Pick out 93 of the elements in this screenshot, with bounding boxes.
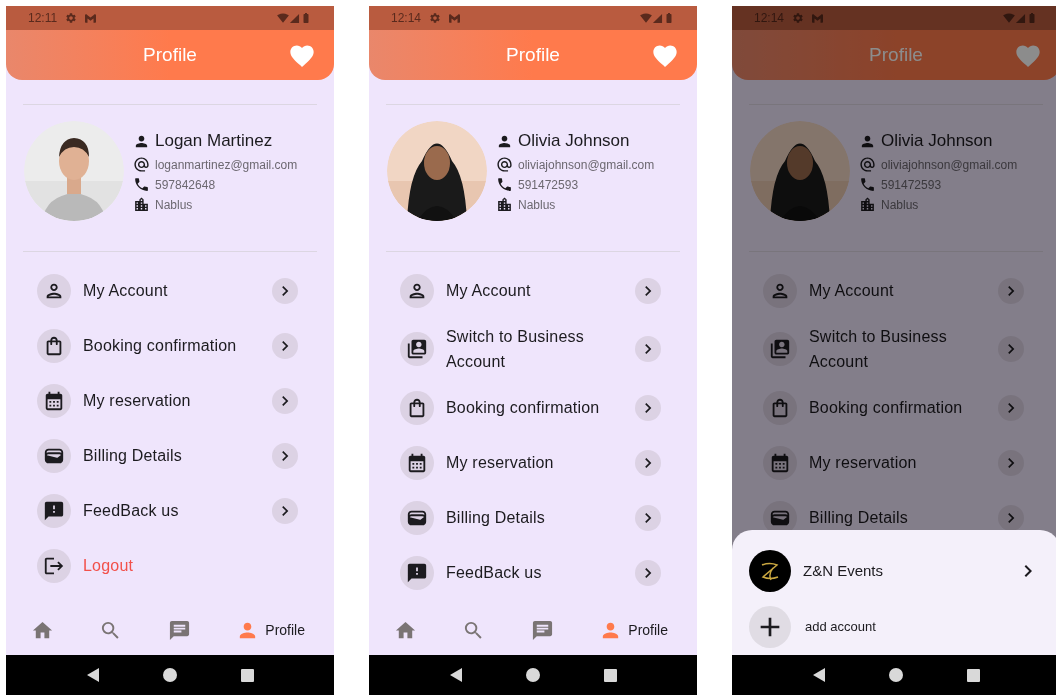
mail-icon: [449, 12, 461, 24]
settings-icon: [429, 12, 442, 24]
user-name: Olivia Johnson: [518, 130, 630, 153]
menu-label: Billing Details: [809, 508, 910, 528]
account-row[interactable]: Z&N Events: [749, 550, 1043, 592]
phone-icon: [859, 176, 876, 194]
contact-card-icon: [406, 338, 428, 360]
mail-icon: [812, 12, 824, 24]
home-button-icon[interactable]: [888, 668, 903, 682]
user-email: oliviajohnson@gmail.com: [881, 156, 1018, 174]
calendar-icon: [406, 451, 428, 474]
user-city: Nablus: [518, 196, 556, 214]
menu-item[interactable]: My Account: [6, 263, 334, 318]
status-time: 12:14: [391, 10, 422, 27]
menu-item[interactable]: FeedBack us: [369, 545, 697, 600]
signal-icon: [1015, 12, 1026, 24]
user-city: Nablus: [881, 196, 919, 214]
user-email: loganmartinez@gmail.com: [155, 156, 298, 174]
menu-label: FeedBack us: [446, 563, 543, 583]
chat-icon: [167, 618, 191, 642]
menu-item[interactable]: FeedBack us: [6, 483, 334, 538]
settings-icon: [792, 12, 805, 24]
user-email: oliviajohnson@gmail.com: [518, 156, 655, 174]
wifi-icon: [1003, 12, 1015, 24]
menu-item[interactable]: Switch to Business Account: [732, 318, 1056, 380]
at-icon: [133, 156, 150, 174]
menu-label: Switch to Business Account: [809, 327, 948, 372]
city-icon: [859, 196, 876, 214]
menu-label: Booking confirmation: [83, 336, 238, 356]
phone-icon: [133, 176, 150, 194]
menu-label: Logout: [83, 556, 135, 576]
menu-item[interactable]: Booking confirmation: [369, 380, 697, 435]
menu-label: Billing Details: [446, 508, 547, 528]
nav-tab[interactable]: Profile: [598, 618, 669, 642]
feedback-icon: [406, 561, 428, 584]
back-icon[interactable]: [86, 668, 99, 682]
menu-item[interactable]: Switch to Business Account: [369, 318, 697, 380]
contact-card-icon: [769, 338, 791, 360]
menu-item[interactable]: Billing Details: [6, 428, 334, 483]
nav-tab[interactable]: Profile: [235, 618, 306, 642]
menu-label: My Account: [809, 281, 895, 301]
menu-label: My reservation: [446, 453, 555, 473]
at-icon: [859, 156, 876, 174]
menu-label: FeedBack us: [83, 501, 180, 521]
back-icon[interactable]: [812, 668, 825, 682]
recents-icon[interactable]: [603, 668, 617, 682]
phone-icon: [496, 176, 513, 194]
home-button-icon[interactable]: [162, 668, 177, 682]
city-icon: [133, 196, 150, 214]
menu-label: Billing Details: [83, 446, 184, 466]
menu-label: My reservation: [83, 391, 192, 411]
menu-item[interactable]: My reservation: [6, 373, 334, 428]
chat-icon: [530, 618, 554, 642]
header-title: Profile: [143, 42, 197, 67]
menu-label: My Account: [446, 281, 532, 301]
menu-item[interactable]: My reservation: [732, 435, 1056, 490]
user-phone: 591472593: [518, 176, 579, 194]
recents-icon[interactable]: [240, 668, 254, 682]
home-button-icon[interactable]: [525, 668, 540, 682]
city-icon: [496, 196, 513, 214]
calendar-icon: [769, 451, 791, 474]
menu-item[interactable]: Booking confirmation: [732, 380, 1056, 435]
calendar-icon: [43, 389, 65, 412]
user-phone: 597842648: [155, 176, 216, 194]
wifi-icon: [640, 12, 652, 24]
settings-icon: [65, 12, 78, 24]
menu-item[interactable]: Booking confirmation: [6, 318, 334, 373]
at-icon: [496, 156, 513, 174]
user-name: Logan Martinez: [155, 130, 273, 153]
recents-icon[interactable]: [966, 668, 980, 682]
menu-label: Booking confirmation: [809, 398, 964, 418]
user-city: Nablus: [155, 196, 193, 214]
back-icon[interactable]: [449, 668, 462, 682]
user-phone: 591472593: [881, 176, 942, 194]
user-name: Olivia Johnson: [881, 130, 993, 153]
add-account-button[interactable]: add account: [749, 606, 1043, 648]
menu-label: Switch to Business Account: [446, 327, 585, 372]
signal-icon: [652, 12, 663, 24]
menu-item[interactable]: My Account: [369, 263, 697, 318]
feedback-icon: [43, 499, 65, 522]
signal-icon: [289, 12, 300, 24]
header-title: Profile: [506, 42, 560, 67]
wifi-icon: [277, 12, 289, 24]
menu-label: Booking confirmation: [446, 398, 601, 418]
menu-label: My Account: [83, 281, 169, 301]
menu-label: My reservation: [809, 453, 918, 473]
mail-icon: [85, 12, 97, 24]
header-title: Profile: [869, 42, 923, 67]
logo-icon: [749, 550, 791, 592]
status-time: 12:11: [28, 10, 58, 27]
menu-item[interactable]: My reservation: [369, 435, 697, 490]
menu-item[interactable]: Billing Details: [369, 490, 697, 545]
menu-item[interactable]: My Account: [732, 263, 1056, 318]
